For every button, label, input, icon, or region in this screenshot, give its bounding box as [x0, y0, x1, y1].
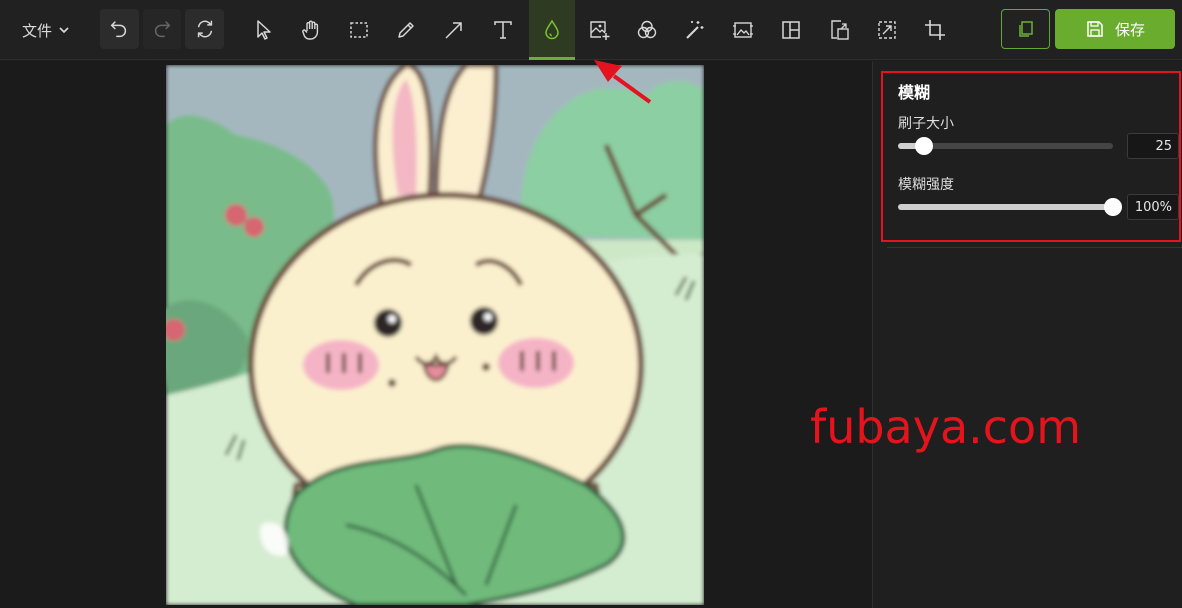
edited-image[interactable] [166, 65, 704, 605]
tool-layout[interactable] [768, 0, 814, 60]
redo-button[interactable] [142, 9, 182, 49]
image-add-icon [590, 21, 610, 40]
tool-select[interactable] [241, 0, 287, 60]
reset-button[interactable] [185, 9, 225, 49]
tool-magic-wand[interactable] [672, 0, 718, 60]
pencil-icon [398, 22, 414, 38]
tool-hand[interactable] [288, 0, 334, 60]
highlight-box: 模糊 刷子大小 模糊强度 [881, 71, 1182, 248]
brush-size-input[interactable] [1127, 133, 1179, 159]
save-button[interactable]: 保存 [1055, 9, 1175, 49]
bunny-illustration [166, 65, 704, 605]
tool-export[interactable] [816, 0, 862, 60]
tool-arrow[interactable] [431, 0, 477, 60]
reset-icon [197, 20, 212, 38]
tool-transform[interactable] [864, 0, 910, 60]
frame-image-icon [733, 22, 753, 38]
select-icon [257, 20, 271, 40]
crop-icon [925, 20, 945, 40]
blur-strength-input[interactable] [1127, 194, 1179, 220]
brush-size-slider[interactable] [898, 137, 1113, 155]
canvas-area[interactable] [0, 61, 872, 608]
blur-drop-icon [545, 19, 559, 40]
chevron-down-icon [59, 27, 69, 34]
marquee-icon [350, 22, 368, 38]
text-icon [494, 21, 512, 39]
tool-text[interactable] [480, 0, 526, 60]
hand-icon [302, 20, 319, 40]
file-menu[interactable]: 文件 [22, 18, 70, 42]
arrow-icon [445, 22, 462, 39]
history-group [100, 9, 228, 49]
brush-size-label: 刷子大小 [898, 116, 954, 132]
tool-frame-image[interactable] [720, 0, 766, 60]
filter-icon [637, 20, 657, 39]
watermark: fubaya.com [810, 400, 1082, 454]
copy-button[interactable] [1001, 9, 1050, 49]
tool-crop[interactable] [912, 0, 958, 60]
slider-fill [898, 204, 1113, 210]
save-icon [1087, 21, 1103, 37]
tool-filter[interactable] [624, 0, 670, 60]
file-menu-label: 文件 [22, 21, 53, 40]
top-toolbar: 文件 保存 [0, 0, 1182, 60]
panel-divider [887, 247, 1182, 248]
copy-icon [1018, 21, 1033, 37]
transform-icon [878, 21, 896, 39]
save-label: 保存 [1114, 20, 1145, 39]
slider-knob[interactable] [914, 137, 933, 155]
undo-icon [110, 21, 127, 38]
blur-strength-label: 模糊强度 [898, 177, 954, 193]
panel-title: 模糊 [898, 83, 931, 102]
layout-icon [782, 21, 800, 39]
tool-marquee[interactable] [336, 0, 382, 60]
tool-pencil[interactable] [383, 0, 429, 60]
redo-icon [154, 21, 171, 38]
magic-wand-icon [686, 21, 704, 39]
export-icon [831, 20, 849, 40]
undo-button[interactable] [100, 9, 139, 49]
tool-blur[interactable] [529, 0, 575, 60]
blur-strength-slider[interactable] [898, 198, 1122, 216]
tool-add-image[interactable] [577, 0, 623, 60]
blur-settings-panel: 模糊 刷子大小 模糊强度 [872, 61, 1182, 608]
slider-knob[interactable] [1104, 198, 1122, 216]
